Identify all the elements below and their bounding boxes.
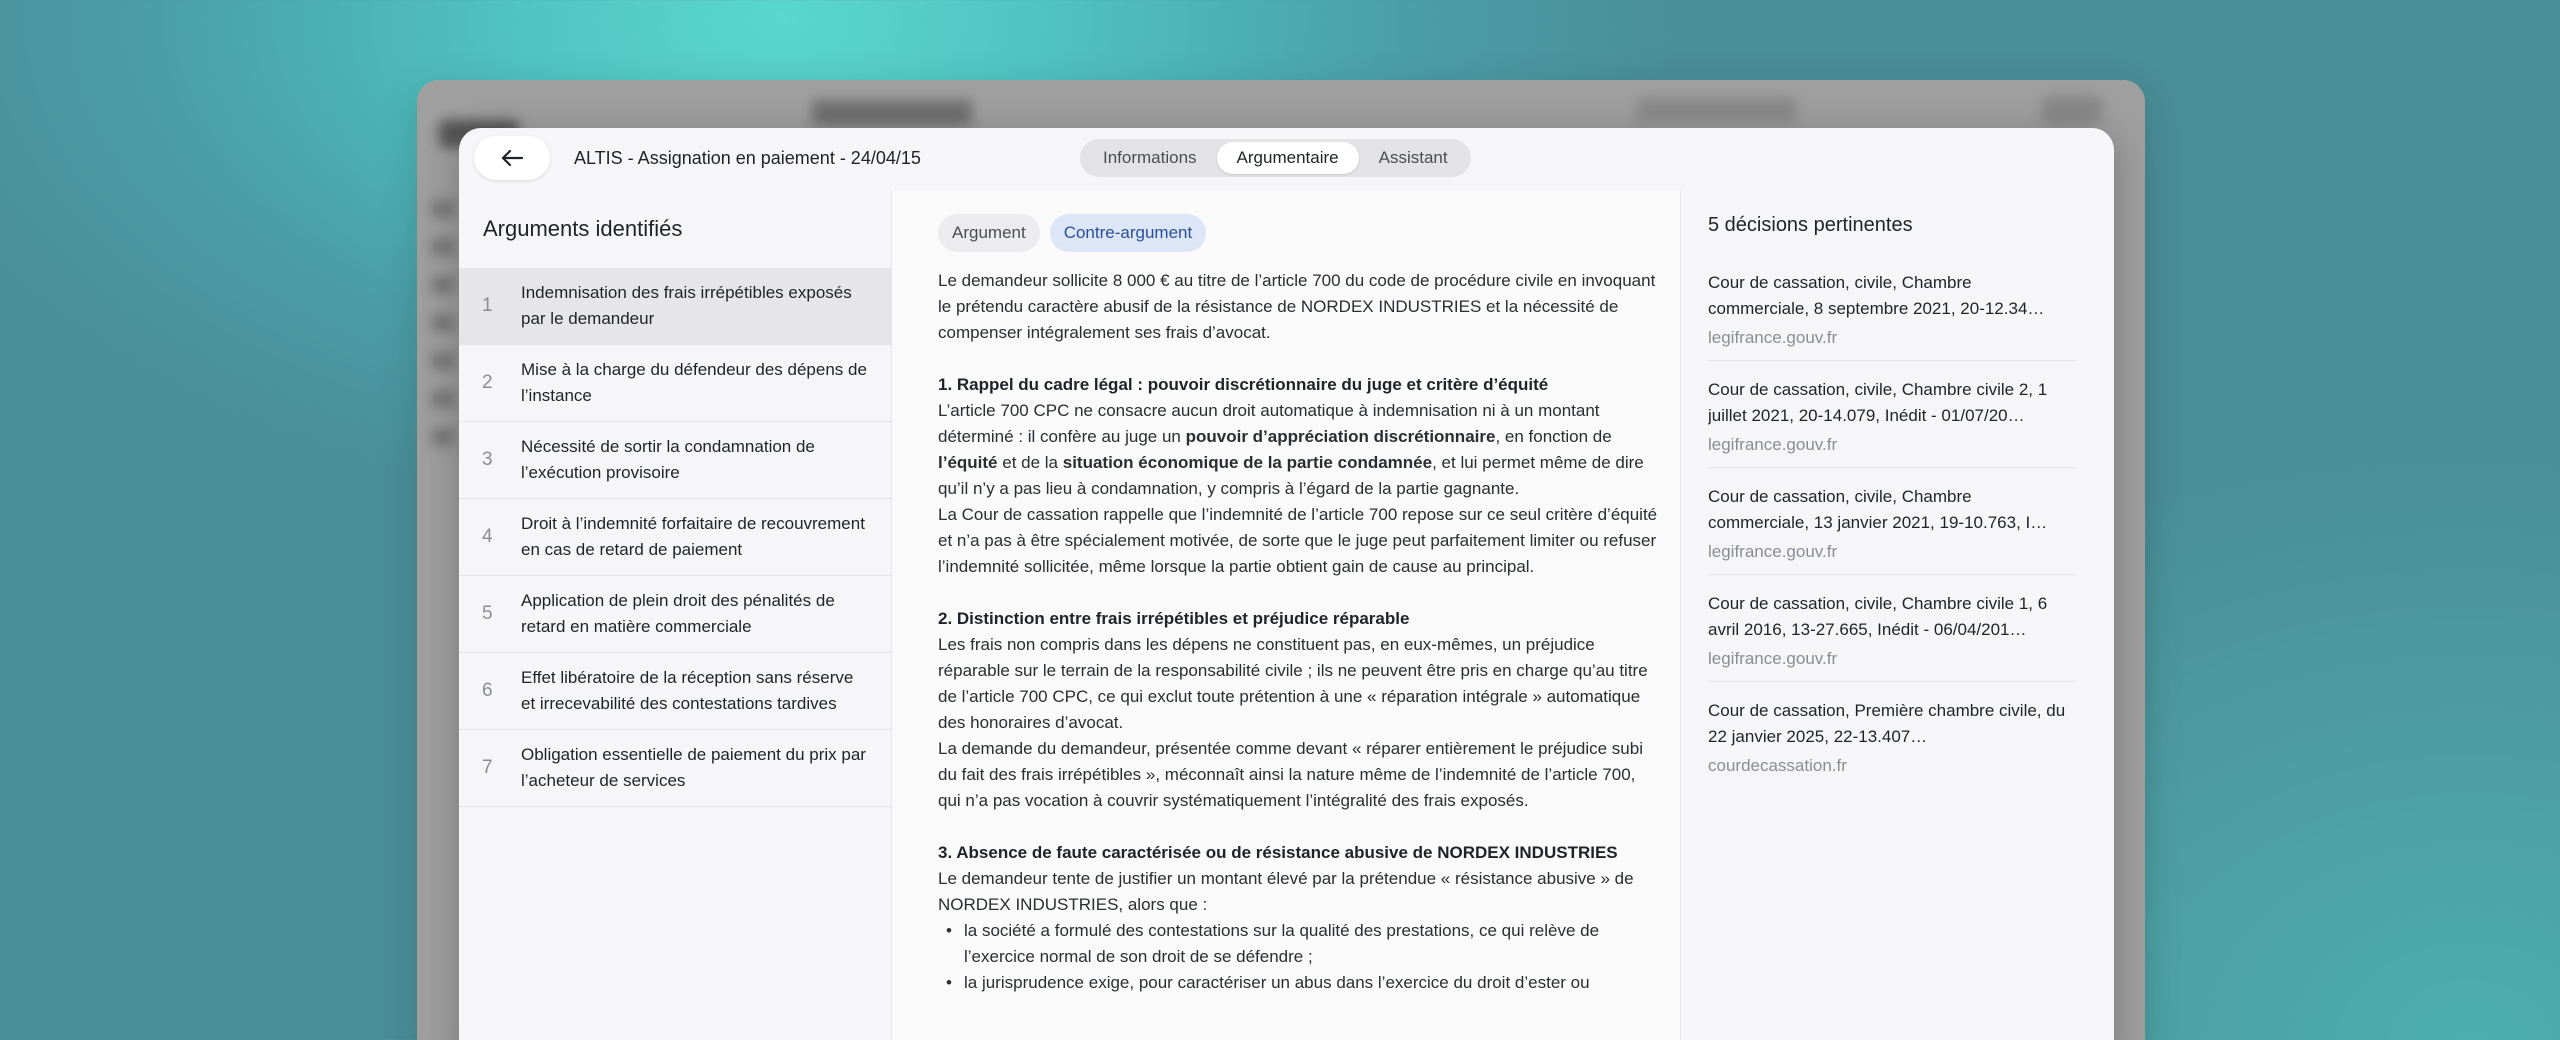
decision-source: legifrance.gouv.fr — [1708, 542, 1838, 561]
section-paragraph: Les frais non compris dans les dépens ne… — [938, 635, 1648, 732]
argument-detail-panel: Argument Contre-argument Le demandeur so… — [891, 190, 1681, 1040]
section-heading: 2. Distinction entre frais irrépétibles … — [938, 609, 1410, 628]
decision-item[interactable]: Cour de cassation, civile, Chambre comme… — [1708, 468, 2076, 575]
arrow-left-icon — [501, 149, 523, 167]
section-paragraph: Le demandeur tente de justifier un monta… — [938, 869, 1634, 914]
tab-argumentaire[interactable]: Argumentaire — [1216, 142, 1359, 174]
bullet-item: la jurisprudence exige, pour caractérise… — [938, 970, 1658, 996]
argument-item[interactable]: 5 Application de plein droit des pénalit… — [459, 576, 891, 653]
modal-header: ALTIS - Assignation en paiement - 24/04/… — [459, 128, 2114, 190]
argument-label: Application de plein droit des pénalités… — [521, 591, 835, 636]
decision-title: Cour de cassation, civile, Chambre comme… — [1708, 487, 2048, 532]
argument-item[interactable]: 2 Mise à la charge du défendeur des dépe… — [459, 345, 891, 422]
decision-item[interactable]: Cour de cassation, civile, Chambre comme… — [1708, 262, 2076, 361]
argument-label: Nécessité de sortir la condamnation de l… — [521, 437, 815, 482]
decision-title: Cour de cassation, civile, Chambre civil… — [1708, 594, 2048, 639]
section-paragraph: L’article 700 CPC ne consacre aucun droi… — [938, 401, 1644, 498]
argument-label: Obligation essentielle de paiement du pr… — [521, 745, 866, 790]
decisions-title: 5 décisions pertinentes — [1708, 214, 1913, 236]
decision-source: legifrance.gouv.fr — [1708, 328, 1838, 347]
tab-informations[interactable]: Informations — [1083, 142, 1217, 174]
back-button[interactable] — [474, 136, 550, 180]
decision-item[interactable]: Cour de cassation, Première chambre civi… — [1708, 682, 2076, 788]
argument-item[interactable]: 4 Droit à l’indemnité forfaitaire de rec… — [459, 499, 891, 576]
argument-item[interactable]: 3 Nécessité de sortir la condamnation de… — [459, 422, 891, 499]
decision-source: legifrance.gouv.fr — [1708, 649, 1838, 668]
decision-source: legifrance.gouv.fr — [1708, 435, 1838, 454]
section-heading: 3. Absence de faute caractérisée ou de r… — [938, 843, 1618, 862]
argument-number: 6 — [482, 680, 493, 701]
document-title: ALTIS - Assignation en paiement - 24/04/… — [574, 148, 921, 168]
argument-number: 7 — [482, 757, 493, 778]
bullet-item: la société a formulé des contestations s… — [938, 918, 1658, 970]
bullet-list: la société a formulé des contestations s… — [938, 918, 1658, 996]
arguments-list: 1 Indemnisation des frais irrépétibles e… — [459, 268, 891, 807]
decision-source: courdecassation.fr — [1708, 756, 1847, 775]
tab-assistant[interactable]: Assistant — [1359, 142, 1468, 174]
argument-item[interactable]: 7 Obligation essentielle de paiement du … — [459, 730, 891, 807]
section-paragraph: La demande du demandeur, présentée comme… — [938, 739, 1643, 810]
decisions-panel: 5 décisions pertinentes Cour de cassatio… — [1681, 190, 2114, 1040]
decision-title: Cour de cassation, civile, Chambre comme… — [1708, 273, 2045, 318]
arguments-title: Arguments identifiés — [483, 216, 683, 241]
argumentaire-modal: ALTIS - Assignation en paiement - 24/04/… — [459, 128, 2114, 1040]
chip-counter-argument[interactable]: Contre-argument — [1049, 214, 1207, 252]
view-tabs: Informations Argumentaire Assistant — [1080, 139, 1471, 177]
decision-title: Cour de cassation, Première chambre civi… — [1708, 701, 2066, 746]
decisions-list: Cour de cassation, civile, Chambre comme… — [1708, 262, 2076, 788]
argument-label: Mise à la charge du défendeur des dépens… — [521, 360, 867, 405]
intro-paragraph: Le demandeur sollicite 8 000 € au titre … — [938, 271, 1656, 342]
decision-item[interactable]: Cour de cassation, civile, Chambre civil… — [1708, 361, 2076, 468]
argument-number: 3 — [482, 449, 493, 470]
section-heading: 1. Rappel du cadre légal : pouvoir discr… — [938, 375, 1549, 394]
argument-type-toggle: Argument Contre-argument — [938, 214, 1207, 252]
argument-item[interactable]: 1 Indemnisation des frais irrépétibles e… — [459, 268, 891, 345]
arguments-panel: Arguments identifiés 1 Indemnisation des… — [459, 190, 891, 1040]
argument-number: 5 — [482, 603, 493, 624]
argument-label: Droit à l’indemnité forfaitaire de recou… — [521, 514, 865, 559]
argument-label: Indemnisation des frais irrépétibles exp… — [521, 283, 852, 328]
section-paragraph: La Cour de cassation rappelle que l’inde… — [938, 505, 1658, 576]
chip-argument[interactable]: Argument — [938, 214, 1040, 252]
argument-number: 1 — [482, 295, 493, 316]
argument-number: 4 — [482, 526, 493, 547]
argument-item[interactable]: 6 Effet libératoire de la réception sans… — [459, 653, 891, 730]
argument-label: Effet libératoire de la réception sans r… — [521, 668, 854, 713]
argument-text: Le demandeur sollicite 8 000 € au titre … — [938, 268, 1658, 996]
decision-item[interactable]: Cour de cassation, civile, Chambre civil… — [1708, 575, 2076, 682]
decision-title: Cour de cassation, civile, Chambre civil… — [1708, 380, 2048, 425]
argument-number: 2 — [482, 372, 493, 393]
